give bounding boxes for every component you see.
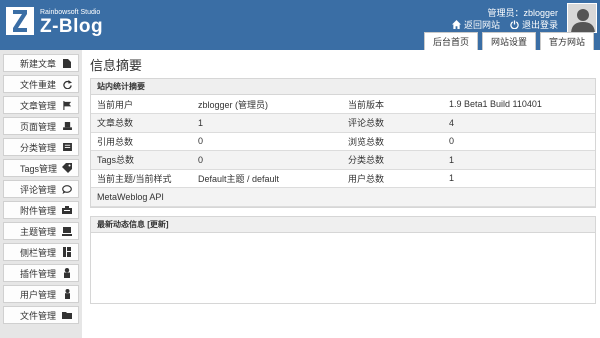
page-icon	[62, 121, 72, 131]
table-row: 当前用户 zblogger (管理员) 当前版本 1.9 Beta1 Build…	[91, 95, 595, 114]
recent-panel-heading[interactable]: 最新动态信息 [更新]	[91, 217, 595, 233]
sidebar-item-plugins[interactable]: 插件管理	[3, 264, 79, 282]
stat-label: 当前版本	[342, 95, 443, 114]
stat-value: 0	[443, 132, 595, 151]
sidebar-item-label: 文件管理	[20, 310, 57, 321]
sidebar: 新建文章 文件重建 文章管理 页面管理 分类管理 Tags管理 评论管理 附件管…	[0, 50, 82, 338]
stat-label: 引用总数	[91, 132, 192, 151]
sidebar-item-pages[interactable]: 页面管理	[3, 117, 79, 135]
stat-value	[192, 187, 342, 207]
home-link-label: 返回网站	[463, 20, 500, 30]
sidebar-item-themes[interactable]: 主题管理	[3, 222, 79, 240]
flag-icon	[62, 100, 72, 110]
logout-link-label: 退出登录	[521, 20, 558, 30]
sidebar-item-rebuild[interactable]: 文件重建	[3, 75, 79, 93]
attachment-icon	[62, 205, 72, 215]
sidebar-item-label: 新建文章	[20, 58, 57, 69]
sidebar-item-label: 侧栏管理	[20, 247, 57, 258]
stat-value	[443, 187, 595, 207]
sidebar-item-label: 插件管理	[20, 268, 57, 279]
stat-label: 分类总数	[342, 150, 443, 170]
sidebar-item-sidebar[interactable]: 侧栏管理	[3, 243, 79, 261]
sidebar-item-label: 评论管理	[20, 184, 57, 195]
stat-label: 浏览总数	[342, 132, 443, 151]
stat-label: Tags总数	[91, 150, 192, 170]
stat-label: 文章总数	[91, 113, 192, 133]
stats-panel: 站内统计摘要 当前用户 zblogger (管理员) 当前版本 1.9 Beta…	[90, 78, 596, 208]
home-link[interactable]: 返回网站	[451, 18, 500, 31]
table-row: 引用总数 0 浏览总数 0	[91, 132, 595, 151]
table-row: 文章总数 1 评论总数 4	[91, 113, 595, 133]
monitor-icon	[62, 226, 72, 236]
stat-label	[342, 187, 443, 207]
stat-label: 用户总数	[342, 169, 443, 188]
main-content: 信息摘要 站内统计摘要 当前用户 zblogger (管理员) 当前版本 1.9…	[90, 50, 598, 338]
stat-label: 当前主题/当前样式	[91, 169, 192, 188]
files-icon	[62, 310, 72, 320]
header-bar: Rainbowsoft Studio Z-Blog 管理员：zblogger 返…	[0, 0, 600, 50]
top-tabs: 后台首页 网站设置 官方网站	[423, 32, 594, 50]
page-title: 信息摘要	[90, 58, 143, 73]
sidebar-item-articles[interactable]: 文章管理	[3, 96, 79, 114]
sidebar-item-label: 附件管理	[20, 205, 57, 216]
table-row: Tags总数 0 分类总数 1	[91, 150, 595, 170]
header-links: 返回网站 退出登录	[451, 18, 558, 31]
sidebar-item-tags[interactable]: Tags管理	[3, 159, 79, 177]
stats-table: 当前用户 zblogger (管理员) 当前版本 1.9 Beta1 Build…	[91, 95, 595, 207]
recent-panel: 最新动态信息 [更新]	[90, 216, 596, 304]
tag-icon	[62, 163, 72, 173]
sidebar-item-comments[interactable]: 评论管理	[3, 180, 79, 198]
zblog-logo-icon[interactable]	[6, 7, 34, 35]
stat-value: 1	[443, 169, 595, 188]
avatar[interactable]	[567, 3, 597, 33]
sidebar-item-label: 页面管理	[20, 121, 57, 132]
sidebar-item-label: 主题管理	[20, 226, 57, 237]
sidebar-item-label: 分类管理	[20, 142, 57, 153]
home-icon	[451, 20, 461, 29]
brand-title[interactable]: Z-Blog	[40, 16, 103, 38]
tab-official-site[interactable]: 官方网站	[539, 32, 594, 50]
sidebar-item-new-article[interactable]: 新建文章	[3, 54, 79, 72]
sidebar-item-files[interactable]: 文件管理	[3, 306, 79, 324]
stat-value: 4	[443, 113, 595, 133]
user-icon	[62, 289, 72, 299]
sidebar-item-label: 文章管理	[20, 100, 57, 111]
stat-label: 评论总数	[342, 113, 443, 133]
rebuild-icon	[62, 79, 72, 89]
stat-value: zblogger (管理员)	[192, 95, 342, 114]
sidebar-icon	[62, 247, 72, 257]
sidebar-item-label: Tags管理	[20, 163, 58, 174]
recent-panel-body	[91, 233, 595, 303]
stat-value: 1	[443, 150, 595, 170]
stat-label: 当前用户	[91, 95, 192, 114]
tab-dashboard[interactable]: 后台首页	[423, 32, 478, 50]
stat-value: Default主题 / default	[192, 169, 342, 188]
stat-value: 1.9 Beta1 Build 110401	[443, 95, 595, 114]
stat-value: 0	[192, 150, 342, 170]
studio-label: Rainbowsoft Studio	[40, 9, 101, 16]
tab-site-settings[interactable]: 网站设置	[481, 32, 536, 50]
table-row: MetaWeblog API	[91, 187, 595, 207]
stat-label: MetaWeblog API	[91, 187, 192, 207]
stat-value: 0	[192, 132, 342, 151]
sidebar-item-label: 文件重建	[20, 79, 57, 90]
table-row: 当前主题/当前样式 Default主题 / default 用户总数 1	[91, 169, 595, 188]
new-doc-icon	[62, 58, 72, 68]
sidebar-item-attachments[interactable]: 附件管理	[3, 201, 79, 219]
folder-icon	[62, 142, 72, 152]
plugin-icon	[62, 268, 72, 278]
comment-icon	[62, 184, 72, 194]
sidebar-item-categories[interactable]: 分类管理	[3, 138, 79, 156]
stat-value: 1	[192, 113, 342, 133]
sidebar-item-label: 用户管理	[20, 289, 57, 300]
stats-panel-heading: 站内统计摘要	[91, 79, 595, 95]
logout-link[interactable]: 退出登录	[510, 18, 558, 31]
power-icon	[510, 20, 519, 29]
avatar-silhouette-icon	[571, 9, 595, 32]
sidebar-item-users[interactable]: 用户管理	[3, 285, 79, 303]
